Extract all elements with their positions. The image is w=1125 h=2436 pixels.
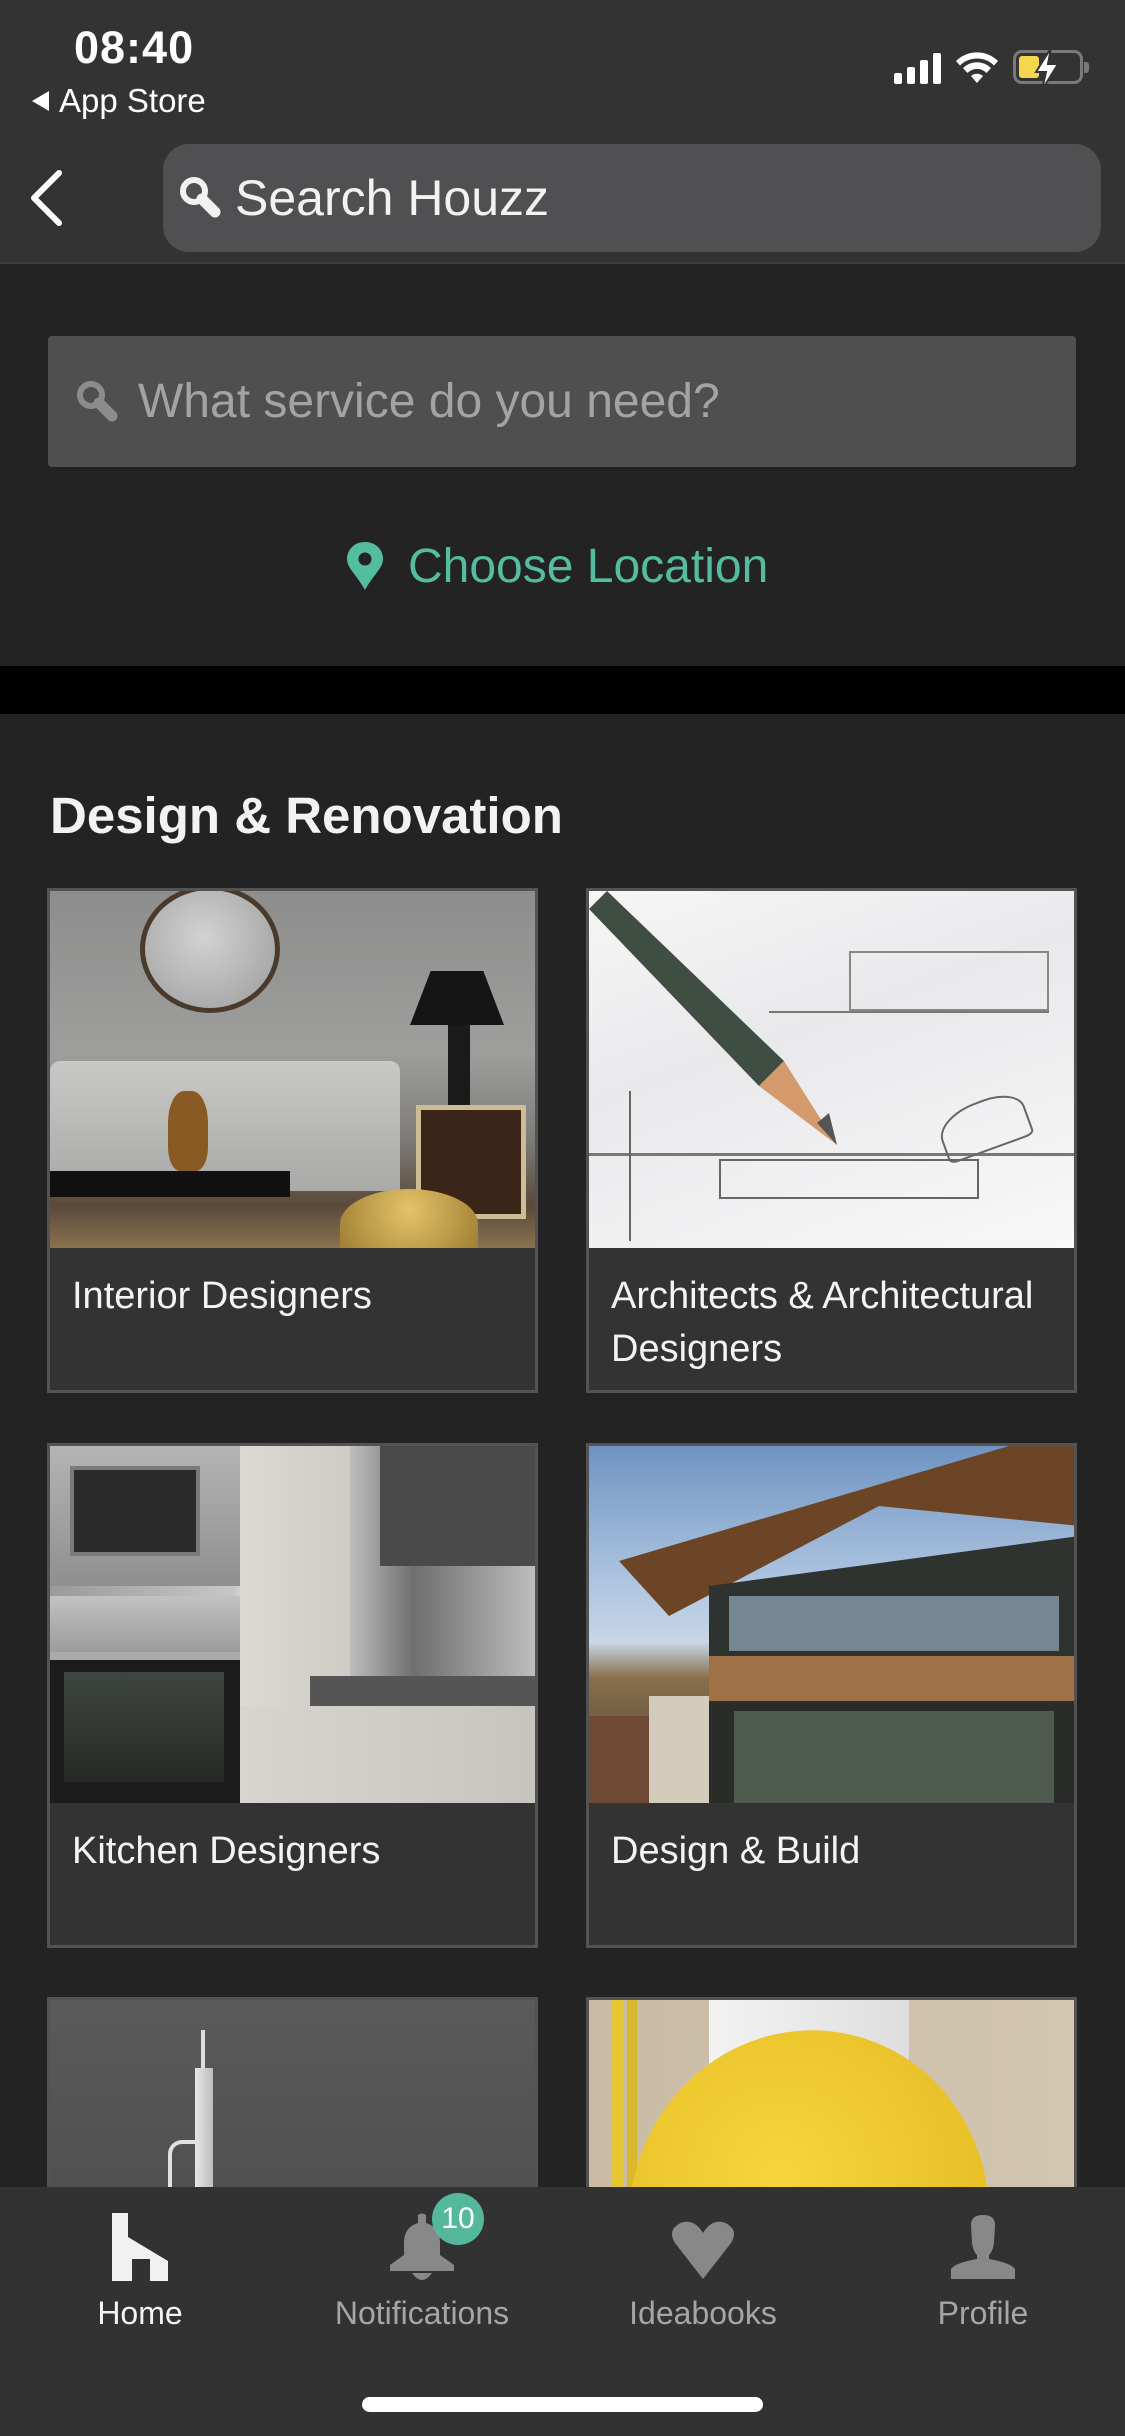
map-pin-icon	[347, 542, 383, 590]
service-search-placeholder: What service do you need?	[138, 375, 720, 428]
kitchen-designers-image	[50, 1446, 535, 1803]
category-card-architects[interactable]: Architects & Architectural Designers	[586, 888, 1077, 1393]
status-time: 08:40	[74, 22, 195, 73]
tab-home[interactable]: Home	[10, 2207, 270, 2337]
charging-bolt-icon	[1034, 47, 1060, 91]
search-placeholder: Search Houzz	[235, 170, 550, 226]
cellular-signal-icon	[894, 53, 941, 84]
category-card-design-build[interactable]: Design & Build	[586, 1443, 1077, 1948]
chevron-left-icon	[31, 170, 62, 226]
category-card-kitchen-designers[interactable]: Kitchen Designers	[47, 1443, 538, 1948]
status-icons	[894, 47, 1089, 91]
notifications-badge: 10	[432, 2193, 484, 2245]
tab-notifications[interactable]: 10 Notifications	[292, 2193, 552, 2337]
card-label: Kitchen Designers	[72, 1830, 381, 1872]
card-label: Interior Designers	[72, 1275, 372, 1317]
category-card-interior-designers[interactable]: Interior Designers	[47, 888, 538, 1393]
interior-designers-image	[50, 891, 535, 1248]
tab-label: Home	[97, 2295, 183, 2331]
houzz-home-icon	[110, 2207, 170, 2281]
battery-icon	[1013, 47, 1089, 91]
back-app-label: App Store	[59, 82, 206, 119]
service-search-input[interactable]: What service do you need?	[48, 336, 1076, 467]
houzz-search-bar[interactable]: Search Houzz	[163, 144, 1101, 252]
section-title: Design & Renovation	[50, 787, 563, 844]
tab-profile[interactable]: Profile	[853, 2207, 1113, 2337]
tab-label: Notifications	[334, 2295, 510, 2331]
wifi-icon	[956, 52, 998, 83]
back-triangle-icon	[32, 91, 49, 111]
tab-bar: Home 10 Notifications Ideabooks Profile	[0, 2187, 1125, 2436]
choose-location-button[interactable]: Choose Location	[346, 538, 768, 594]
back-to-app-link[interactable]: App Store	[32, 82, 206, 120]
section-divider	[0, 666, 1125, 714]
bell-icon: 10	[388, 2193, 484, 2281]
choose-location-label: Choose Location	[408, 539, 769, 593]
design-build-image	[589, 1446, 1074, 1803]
back-button[interactable]	[22, 164, 70, 232]
card-label: Design & Build	[611, 1830, 861, 1872]
tab-label: Ideabooks	[629, 2295, 777, 2331]
top-header: 08:40 App Store Search Houzz	[0, 0, 1125, 264]
tab-label: Profile	[937, 2295, 1029, 2331]
person-icon	[949, 2207, 1017, 2281]
heart-icon	[669, 2207, 737, 2281]
search-icon	[77, 380, 118, 421]
search-icon	[180, 177, 221, 218]
tab-ideabooks[interactable]: Ideabooks	[573, 2207, 833, 2337]
home-indicator[interactable]	[362, 2397, 763, 2412]
card-label: Architects & Architectural Designers	[611, 1275, 1034, 1370]
architects-image	[589, 891, 1074, 1248]
